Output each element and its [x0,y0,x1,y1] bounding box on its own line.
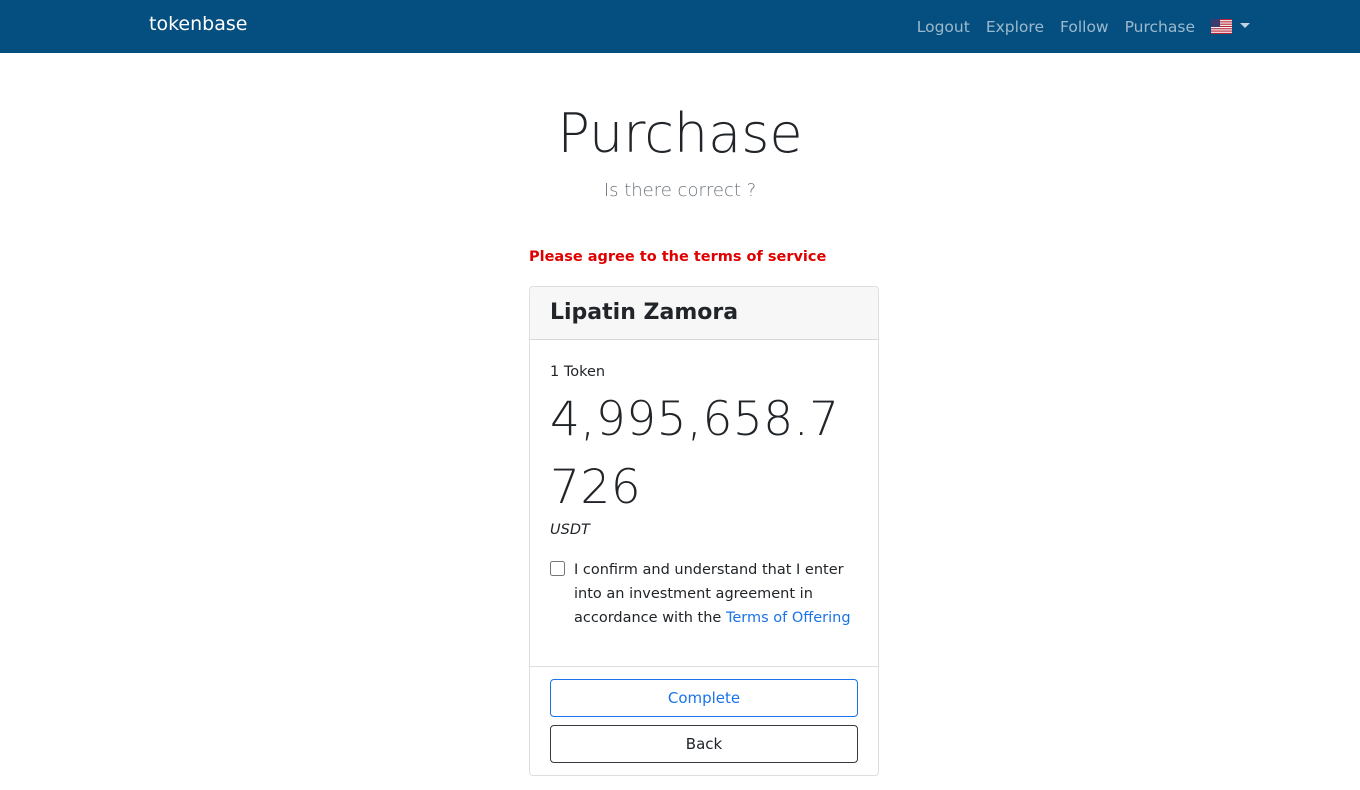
brand-link[interactable]: tokenbase [149,13,247,35]
nav-logout-link[interactable]: Logout [917,18,970,36]
agreement-label: I confirm and understand that I enter in… [574,558,860,630]
card-footer: Complete Back [530,666,878,763]
nav-follow-link[interactable]: Follow [1060,18,1109,36]
token-quantity: 1 Token [550,364,606,380]
currency-label: USDT [550,522,590,538]
top-navbar: tokenbase Logout Explore Follow Purchase [0,0,1360,53]
purchase-card: Lipatin Zamora 1 Token 4,995,658.7726 US… [529,286,879,776]
complete-button[interactable]: Complete [550,679,858,717]
nav-links: Logout Explore Follow Purchase [901,0,1250,53]
nav-purchase-link[interactable]: Purchase [1125,18,1195,36]
terms-of-offering-link[interactable]: Terms of Offering [726,610,851,626]
page-subtitle: Is there correct ? [603,180,757,201]
chevron-down-icon [1240,23,1250,28]
agreement-checkbox[interactable] [550,561,565,576]
nav-explore-link[interactable]: Explore [986,18,1044,36]
price-value: 4,995,658.7726 [550,392,840,515]
us-flag-icon [1211,19,1232,34]
card-header: Lipatin Zamora [530,287,878,340]
error-message: Please agree to the terms of service [529,249,827,265]
back-button[interactable]: Back [550,725,858,763]
agreement-row: I confirm and understand that I enter in… [550,558,860,630]
page-title: Purchase [557,102,803,165]
card-body: 1 Token 4,995,658.7726 USDT I confirm an… [530,340,878,666]
project-name: Lipatin Zamora [550,300,739,325]
language-dropdown[interactable] [1211,19,1250,34]
